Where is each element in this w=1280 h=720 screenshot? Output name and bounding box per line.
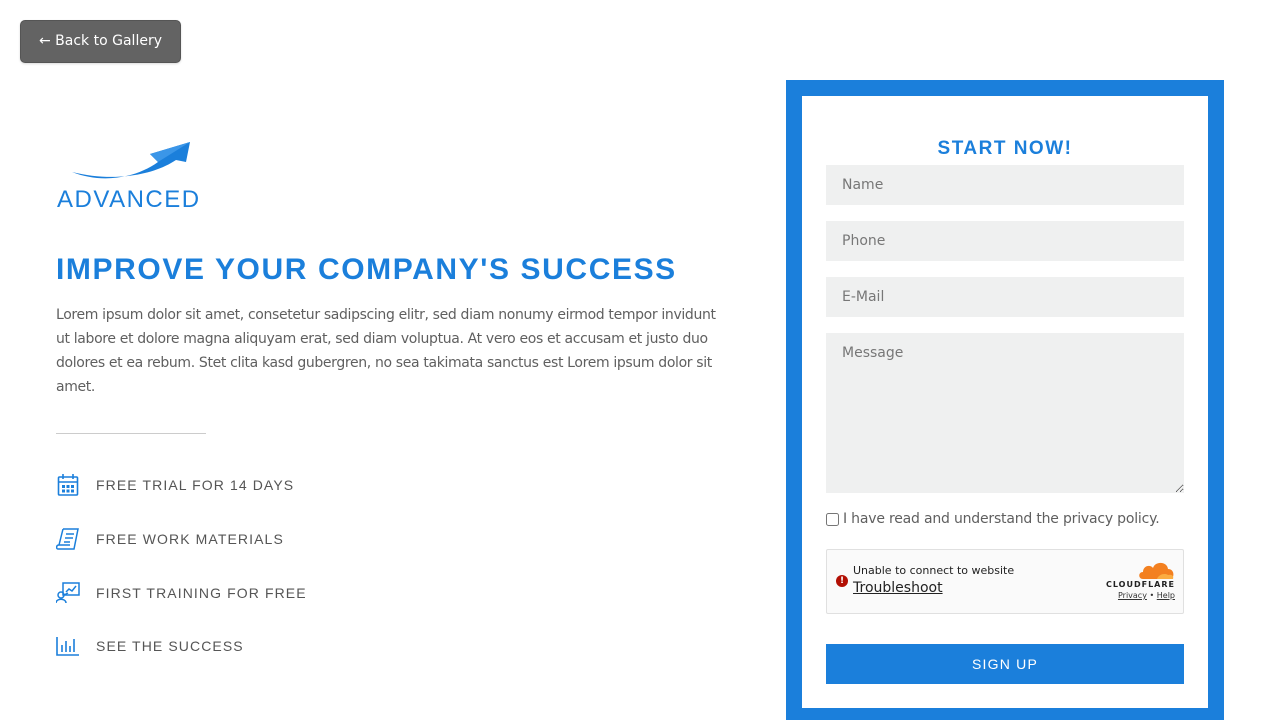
message-textarea[interactable]	[826, 333, 1184, 493]
calendar-icon	[56, 472, 80, 498]
page-headline: IMPROVE YOUR COMPANY'S SUCCESS	[56, 253, 677, 286]
form-title: START NOW!	[937, 138, 1073, 159]
captcha-legal-links: Privacy • Help	[1118, 591, 1175, 600]
cloudflare-branding: CLOUDFLARE Privacy • Help	[1095, 560, 1175, 604]
bar-chart-icon	[56, 633, 80, 659]
intro-paragraph: Lorem ipsum dolor sit amet, consetetur s…	[56, 307, 716, 395]
troubleshoot-link[interactable]: Troubleshoot	[853, 580, 943, 596]
captcha-widget: ! Unable to connect to website Troublesh…	[826, 549, 1184, 614]
sign-up-button[interactable]: SIGN UP	[826, 644, 1184, 684]
logo-text: ADVANCED	[57, 186, 201, 213]
help-link[interactable]: Help	[1157, 591, 1175, 600]
privacy-consent[interactable]: I have read and understand the privacy p…	[826, 511, 1160, 527]
feature-item: FIRST TRAINING FOR FREE	[56, 578, 307, 608]
feature-item: FREE WORK MATERIALS	[56, 524, 284, 554]
name-input[interactable]	[826, 165, 1184, 205]
privacy-checkbox[interactable]	[826, 512, 839, 526]
back-to-gallery-button[interactable]: ← Back to Gallery	[20, 20, 181, 63]
logo: ADVANCED	[56, 138, 216, 218]
section-divider	[56, 433, 206, 434]
feature-label: FREE WORK MATERIALS	[96, 531, 284, 547]
signup-form: START NOW! I have read and understand th…	[802, 96, 1208, 708]
feature-label: FIRST TRAINING FOR FREE	[96, 585, 307, 601]
captcha-message: Unable to connect to website	[853, 564, 1015, 577]
feature-label: SEE THE SUCCESS	[96, 638, 244, 654]
paper-plane-logo-icon	[72, 142, 190, 179]
training-icon	[56, 580, 80, 606]
signup-form-panel: START NOW! I have read and understand th…	[786, 80, 1224, 720]
phone-input[interactable]	[826, 221, 1184, 261]
cloudflare-wordmark: CLOUDFLARE	[1106, 580, 1175, 589]
link-separator: •	[1149, 591, 1155, 600]
document-icon	[56, 526, 80, 552]
feature-label: FREE TRIAL FOR 14 DAYS	[96, 477, 295, 493]
feature-item: SEE THE SUCCESS	[56, 631, 244, 661]
error-icon: !	[836, 575, 848, 587]
email-input[interactable]	[826, 277, 1184, 317]
feature-item: FREE TRIAL FOR 14 DAYS	[56, 470, 294, 500]
cloudflare-cloud-icon	[1139, 562, 1174, 579]
privacy-label: I have read and understand the privacy p…	[843, 511, 1160, 527]
privacy-link[interactable]: Privacy	[1118, 591, 1147, 600]
